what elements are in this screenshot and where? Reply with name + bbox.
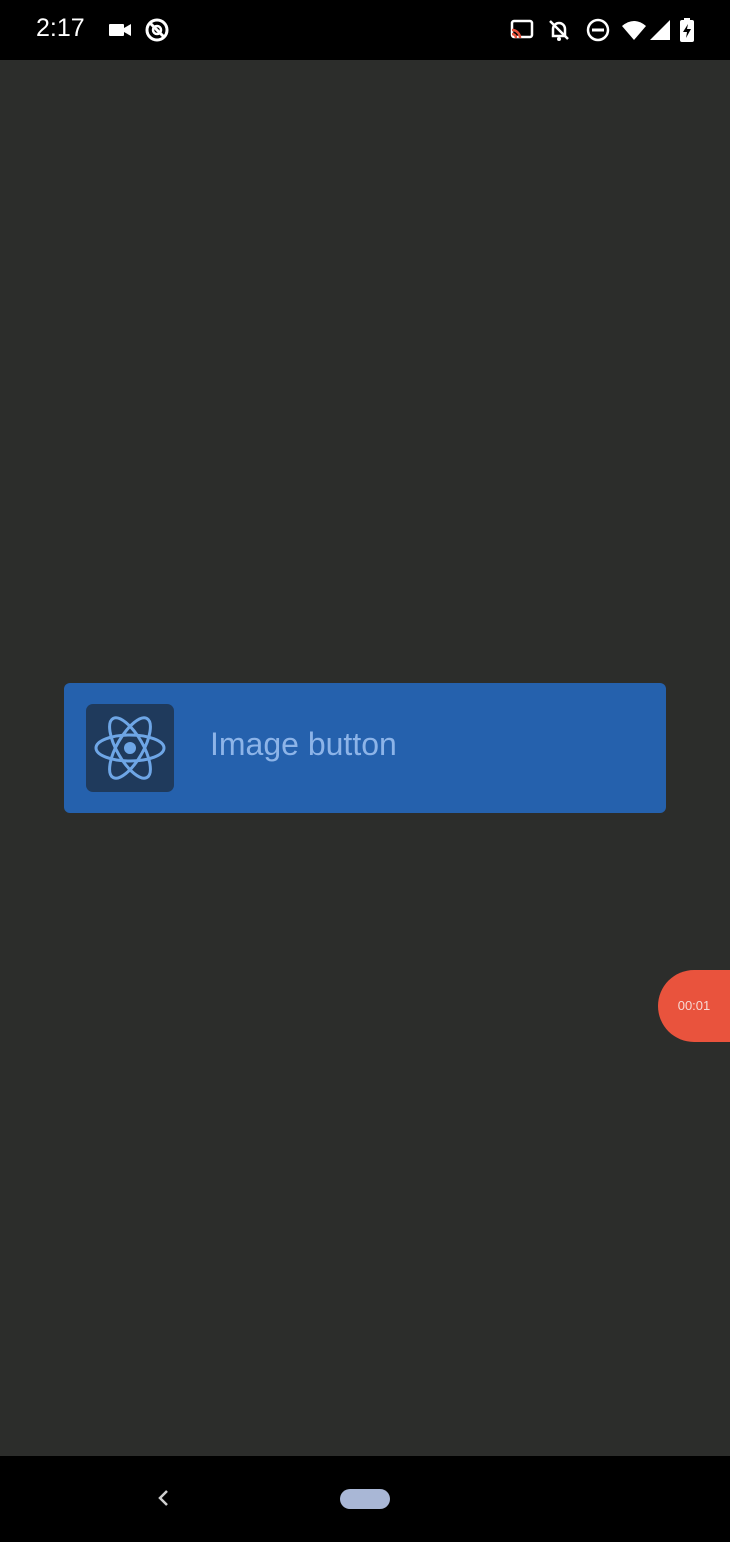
- image-button-label: Image button: [210, 726, 397, 762]
- home-pill-icon[interactable]: [340, 1489, 390, 1509]
- recording-timer-button[interactable]: 00:01: [658, 970, 730, 1042]
- video-camera-icon: [106, 16, 134, 44]
- back-icon[interactable]: [150, 1484, 178, 1512]
- notifications-off-icon: [545, 16, 573, 44]
- status-time: 2:17: [36, 14, 85, 42]
- cast-icon: [508, 16, 536, 44]
- battery-charging-icon: [674, 16, 702, 44]
- app-screen: 2:17 Image button 00:01: [0, 0, 730, 1542]
- signal-icon: [646, 16, 674, 44]
- do-not-disturb-icon: [584, 16, 612, 44]
- status-bar: 2:17: [0, 0, 730, 60]
- recording-timer-label: 00:01: [677, 998, 711, 1013]
- navigation-bar: [0, 1456, 730, 1542]
- main-content: Image button: [0, 60, 730, 1456]
- wifi-icon: [620, 16, 648, 44]
- react-atom-icon: [86, 704, 174, 792]
- sync-icon: [143, 16, 171, 44]
- image-button[interactable]: Image button: [64, 683, 666, 813]
